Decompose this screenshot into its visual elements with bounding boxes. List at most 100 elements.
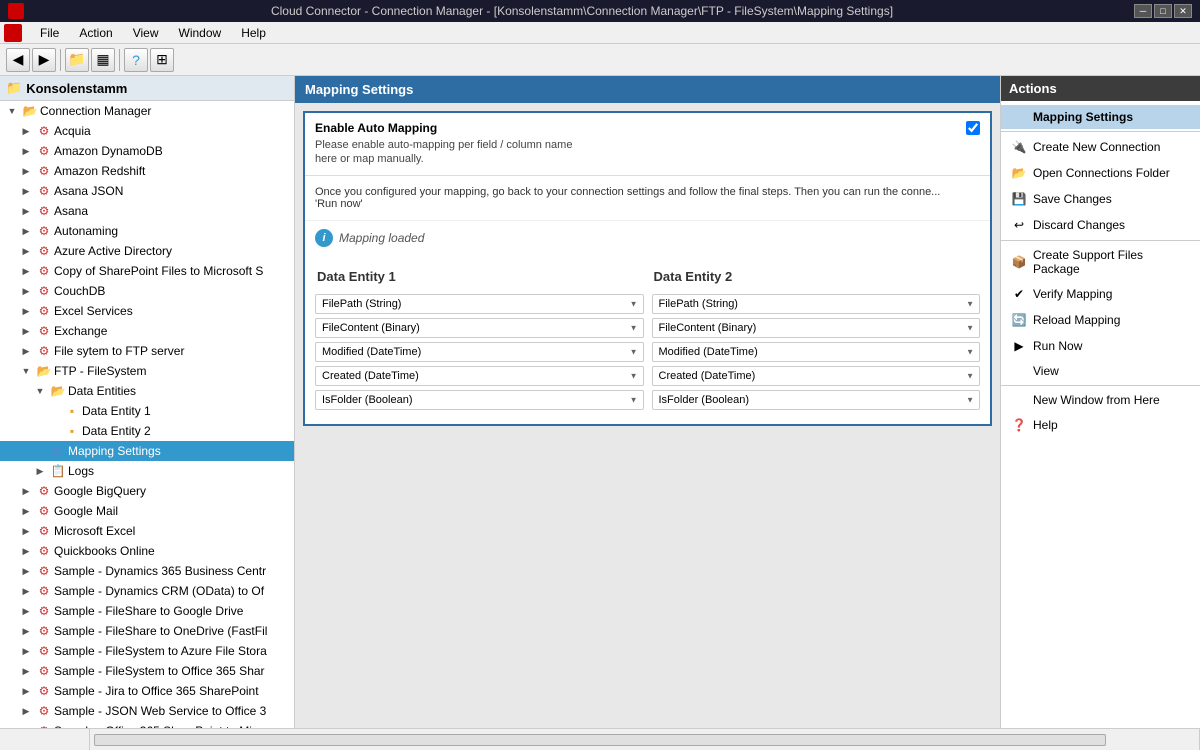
tree-item[interactable]: ▶⚙Exchange: [0, 321, 294, 341]
expand-icon[interactable]: ▶: [18, 543, 34, 559]
expand-icon[interactable]: ▶: [18, 723, 34, 728]
tree-item[interactable]: ▶⚙Sample - Office 365 SharePoint to Micr: [0, 721, 294, 728]
tree-item[interactable]: ▶⚙Asana JSON: [0, 181, 294, 201]
tree-item[interactable]: ▼📂Connection Manager: [0, 101, 294, 121]
auto-map-checkbox[interactable]: [966, 121, 980, 135]
expand-icon[interactable]: ▼: [18, 363, 34, 379]
tree-item[interactable]: ▶⚙Quickbooks Online: [0, 541, 294, 561]
menu-file[interactable]: File: [30, 24, 69, 42]
action-item[interactable]: View: [1001, 359, 1200, 383]
tree-item[interactable]: ▶⚙Amazon DynamoDB: [0, 141, 294, 161]
grid2-button[interactable]: ⊞: [150, 48, 174, 72]
right-field-select[interactable]: Created (DateTime): [652, 366, 981, 386]
tree-item[interactable]: ▶⚙Amazon Redshift: [0, 161, 294, 181]
action-item[interactable]: ❓Help: [1001, 412, 1200, 438]
tree-item[interactable]: ▪Data Entity 2: [0, 421, 294, 441]
expand-icon[interactable]: ▶: [18, 223, 34, 239]
left-field-select[interactable]: FilePath (String): [315, 294, 644, 314]
expand-icon[interactable]: ▶: [18, 643, 34, 659]
action-item[interactable]: 🔄Reload Mapping: [1001, 307, 1200, 333]
scrollbar-track[interactable]: [94, 734, 1106, 746]
tree-container[interactable]: ▼📂Connection Manager▶⚙Acquia▶⚙Amazon Dyn…: [0, 101, 294, 728]
tree-item[interactable]: ▪Data Entity 1: [0, 401, 294, 421]
right-field-select[interactable]: IsFolder (Boolean): [652, 390, 981, 410]
action-item[interactable]: New Window from Here: [1001, 388, 1200, 412]
action-item[interactable]: 🔌Create New Connection: [1001, 134, 1200, 160]
tree-item[interactable]: ▶⚙Acquia: [0, 121, 294, 141]
tree-item[interactable]: ▶⚙Sample - FileShare to OneDrive (FastFi…: [0, 621, 294, 641]
tree-item[interactable]: ▶⚙Sample - Dynamics CRM (OData) to Of: [0, 581, 294, 601]
folder-button[interactable]: 📁: [65, 48, 89, 72]
expand-icon[interactable]: ▶: [18, 603, 34, 619]
forward-button[interactable]: ▶: [32, 48, 56, 72]
tree-item[interactable]: ▼📂Data Entities: [0, 381, 294, 401]
tree-item[interactable]: ▶⚙Sample - FileShare to Google Drive: [0, 601, 294, 621]
action-item[interactable]: 📂Open Connections Folder: [1001, 160, 1200, 186]
left-field-select[interactable]: FileContent (Binary): [315, 318, 644, 338]
expand-icon[interactable]: ▼: [4, 103, 20, 119]
expand-icon[interactable]: [46, 423, 62, 439]
tree-item[interactable]: ⊞Mapping Settings: [0, 441, 294, 461]
minimize-button[interactable]: ─: [1134, 4, 1152, 18]
menu-help[interactable]: Help: [231, 24, 276, 42]
expand-icon[interactable]: ▶: [18, 303, 34, 319]
expand-icon[interactable]: ▶: [18, 243, 34, 259]
expand-icon[interactable]: ▶: [18, 563, 34, 579]
expand-icon[interactable]: [32, 443, 48, 459]
expand-icon[interactable]: ▶: [18, 343, 34, 359]
horizontal-scrollbar[interactable]: [90, 729, 1110, 750]
action-item[interactable]: 📦Create Support Files Package: [1001, 243, 1200, 281]
expand-icon[interactable]: ▶: [18, 523, 34, 539]
tree-item[interactable]: ▶📋Logs: [0, 461, 294, 481]
expand-icon[interactable]: ▶: [18, 123, 34, 139]
tree-item[interactable]: ▶⚙CouchDB: [0, 281, 294, 301]
tree-item[interactable]: ▶⚙Sample - Dynamics 365 Business Centr: [0, 561, 294, 581]
tree-item[interactable]: ▶⚙Sample - Jira to Office 365 SharePoint: [0, 681, 294, 701]
tree-item[interactable]: ▶⚙File sytem to FTP server: [0, 341, 294, 361]
expand-icon[interactable]: ▶: [18, 483, 34, 499]
right-field-select[interactable]: Modified (DateTime): [652, 342, 981, 362]
expand-icon[interactable]: ▶: [18, 703, 34, 719]
expand-icon[interactable]: ▶: [18, 583, 34, 599]
expand-icon[interactable]: ▼: [32, 383, 48, 399]
action-item[interactable]: ✔Verify Mapping: [1001, 281, 1200, 307]
action-item[interactable]: 💾Save Changes: [1001, 186, 1200, 212]
tree-item[interactable]: ▶⚙Azure Active Directory: [0, 241, 294, 261]
tree-item[interactable]: ▶⚙Microsoft Excel: [0, 521, 294, 541]
expand-icon[interactable]: ▶: [18, 263, 34, 279]
help-button[interactable]: ?: [124, 48, 148, 72]
maximize-button[interactable]: □: [1154, 4, 1172, 18]
right-field-select[interactable]: FileContent (Binary): [652, 318, 981, 338]
expand-icon[interactable]: ▶: [18, 683, 34, 699]
grid-button[interactable]: ▦: [91, 48, 115, 72]
expand-icon[interactable]: [46, 403, 62, 419]
action-item[interactable]: Mapping Settings: [1001, 105, 1200, 129]
action-item[interactable]: ▶Run Now: [1001, 333, 1200, 359]
expand-icon[interactable]: ▶: [18, 203, 34, 219]
tree-item[interactable]: ▶⚙Copy of SharePoint Files to Microsoft …: [0, 261, 294, 281]
expand-icon[interactable]: ▶: [18, 323, 34, 339]
tree-item[interactable]: ▶⚙Asana: [0, 201, 294, 221]
expand-icon[interactable]: ▶: [18, 663, 34, 679]
tree-item[interactable]: ▶⚙Excel Services: [0, 301, 294, 321]
tree-item[interactable]: ▶⚙Autonaming: [0, 221, 294, 241]
expand-icon[interactable]: ▶: [32, 463, 48, 479]
expand-icon[interactable]: ▶: [18, 503, 34, 519]
expand-icon[interactable]: ▶: [18, 163, 34, 179]
menu-action[interactable]: Action: [69, 24, 122, 42]
menu-view[interactable]: View: [123, 24, 169, 42]
expand-icon[interactable]: ▶: [18, 283, 34, 299]
tree-item[interactable]: ▶⚙Sample - FileSystem to Azure File Stor…: [0, 641, 294, 661]
left-field-select[interactable]: Created (DateTime): [315, 366, 644, 386]
right-field-select[interactable]: FilePath (String): [652, 294, 981, 314]
expand-icon[interactable]: ▶: [18, 143, 34, 159]
tree-item[interactable]: ▶⚙Google BigQuery: [0, 481, 294, 501]
close-button[interactable]: ✕: [1174, 4, 1192, 18]
tree-item[interactable]: ▶⚙Sample - FileSystem to Office 365 Shar: [0, 661, 294, 681]
left-field-select[interactable]: Modified (DateTime): [315, 342, 644, 362]
checkbox-area[interactable]: [966, 121, 980, 135]
left-field-select[interactable]: IsFolder (Boolean): [315, 390, 644, 410]
back-button[interactable]: ◀: [6, 48, 30, 72]
menu-window[interactable]: Window: [169, 24, 232, 42]
tree-item[interactable]: ▼📂FTP - FileSystem: [0, 361, 294, 381]
